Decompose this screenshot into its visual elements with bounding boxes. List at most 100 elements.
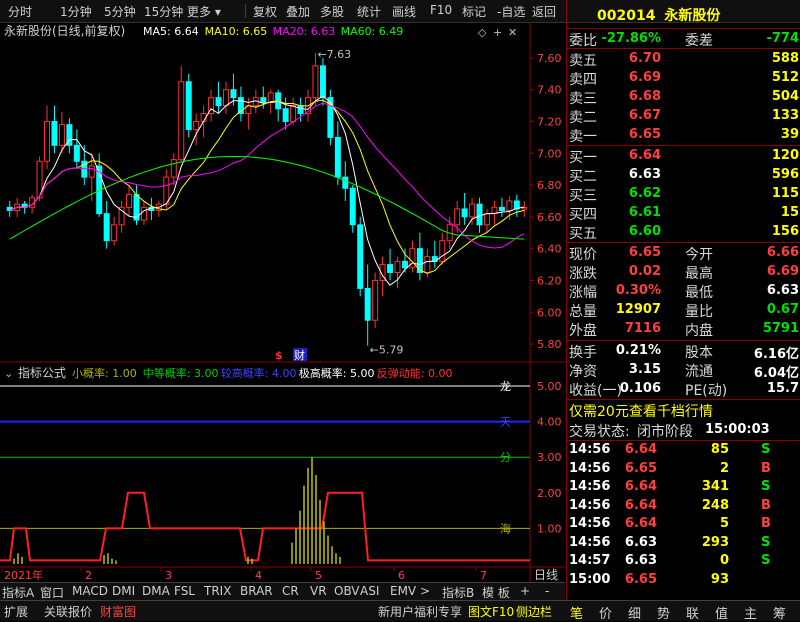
bottom-left-1[interactable]: 关联报价 bbox=[44, 603, 92, 620]
tab-16[interactable]: + bbox=[520, 584, 530, 598]
tick-time: 14:56 bbox=[569, 534, 611, 550]
tab-17[interactable]: - bbox=[545, 584, 549, 598]
indicator-name[interactable]: 指标公式 bbox=[18, 365, 66, 380]
toolbar-item-5[interactable]: 复权 bbox=[253, 3, 277, 20]
side-tab-1[interactable]: 价 bbox=[599, 603, 612, 622]
tab-13[interactable]: > bbox=[420, 584, 430, 598]
kline-chart[interactable]: 永新股份(日线,前复权) MA5: 6.64 MA10: 6.65 MA20: 6.6… bbox=[0, 22, 565, 582]
bottom-right-1[interactable]: 图文F10 bbox=[468, 603, 514, 620]
toolbar-item-13[interactable]: 返回 bbox=[532, 3, 556, 20]
candle-body bbox=[364, 287, 371, 321]
buy-row-3[interactable]: 买三 6.62 115 bbox=[567, 184, 800, 204]
tick-time: 14:56 bbox=[569, 497, 611, 513]
buy-row-1[interactable]: 买一 6.64 120 bbox=[567, 146, 800, 166]
tab-10[interactable]: OBV bbox=[334, 584, 360, 598]
ma-label-1: MA10: 6.65 bbox=[205, 25, 268, 38]
fund-value2: 15.7 bbox=[766, 381, 799, 396]
side-tab-4[interactable]: 联 bbox=[686, 603, 699, 622]
toolbar-item-0[interactable]: 分时 bbox=[8, 3, 32, 20]
weicha-label: 委差 bbox=[685, 33, 713, 49]
buy-price: 6.60 bbox=[628, 224, 661, 239]
fund-label: 换手 bbox=[569, 345, 597, 361]
buy-row-5[interactable]: 买五 6.60 156 bbox=[567, 222, 800, 242]
stock-header: 002014 永新股份 bbox=[597, 5, 720, 25]
buy-row-2[interactable]: 买二 6.63 596 bbox=[567, 165, 800, 185]
sell-row-4[interactable]: 卖四 6.69 512 bbox=[567, 68, 800, 88]
stat-label: 涨幅 bbox=[569, 285, 597, 301]
toolbar-item-12[interactable]: -自选 bbox=[497, 3, 525, 20]
add-icon[interactable]: + bbox=[493, 26, 502, 39]
price-tick-9: 5.80 bbox=[537, 338, 562, 351]
rebound-line bbox=[0, 491, 530, 562]
x-label-5: 6 bbox=[398, 569, 405, 582]
side-tab-3[interactable]: 势 bbox=[657, 603, 670, 622]
tick-price: 6.64 bbox=[624, 516, 657, 531]
tab-0[interactable]: 指标A bbox=[2, 584, 34, 601]
toolbar-item-11[interactable]: 标记 bbox=[462, 3, 486, 20]
tab-3[interactable]: DMI bbox=[112, 584, 135, 598]
candle-body bbox=[88, 165, 95, 178]
tick-price: 6.64 bbox=[624, 479, 657, 494]
toolbar-item-4[interactable]: 更多 ▾ bbox=[187, 3, 221, 20]
side-tab-7[interactable]: 筹 bbox=[773, 603, 786, 622]
candles bbox=[6, 53, 528, 346]
tab-7[interactable]: BRAR bbox=[240, 584, 273, 598]
period-label[interactable]: 日线 bbox=[534, 568, 558, 582]
toolbar-item-6[interactable]: 叠加 bbox=[286, 3, 310, 20]
promo-text[interactable]: 仅需20元查看千档行情 bbox=[569, 401, 713, 421]
tick-row: 14:56 6.65 2 B bbox=[567, 460, 800, 479]
indicator-tick-0: 5.00 bbox=[537, 380, 562, 393]
toolbar-item-7[interactable]: 多股 bbox=[320, 3, 344, 20]
buy-row-4[interactable]: 买四 6.61 15 bbox=[567, 203, 800, 223]
tick-direction: S bbox=[761, 442, 771, 457]
diamond-icon[interactable]: ◇ bbox=[478, 26, 487, 39]
tab-15[interactable]: 模 板 bbox=[482, 584, 510, 601]
tab-8[interactable]: CR bbox=[282, 584, 299, 598]
chart-area[interactable]: 永新股份(日线,前复权) MA5: 6.64 MA10: 6.65 MA20: 6.6… bbox=[0, 22, 565, 582]
buy-volume: 596 bbox=[771, 167, 799, 182]
bottom-left-2[interactable]: 财富图 bbox=[100, 603, 136, 620]
indicator-toggle-icon[interactable]: ⌄ bbox=[4, 367, 13, 380]
side-tab-2[interactable]: 细 bbox=[628, 603, 641, 622]
quote-panel: 002014 永新股份 委比 -27.86% 委差 -774 卖五 6.70 588… bbox=[566, 0, 800, 600]
bottom-right-0[interactable]: 新用户福利专享 bbox=[378, 603, 462, 620]
toolbar-item-2[interactable]: 5分钟 bbox=[104, 3, 136, 20]
toolbar-item-8[interactable]: 统计 bbox=[357, 3, 381, 20]
tab-12[interactable]: EMV bbox=[390, 584, 416, 598]
dividend-marker[interactable]: $ bbox=[275, 349, 283, 362]
tab-14[interactable]: 指标B bbox=[442, 584, 474, 601]
x-label-2: 3 bbox=[165, 569, 172, 582]
sell-row-1[interactable]: 卖一 6.65 39 bbox=[567, 125, 800, 145]
promo-row[interactable]: 仅需20元查看千档行情 bbox=[567, 400, 800, 420]
tab-4[interactable]: DMA bbox=[142, 584, 170, 598]
bottom-left-0[interactable]: 扩展 bbox=[4, 603, 28, 620]
side-tab-6[interactable]: 主 bbox=[744, 603, 757, 622]
sell-volume: 133 bbox=[771, 108, 799, 123]
tab-11[interactable]: ASI bbox=[360, 584, 379, 598]
tick-volume: 248 bbox=[701, 497, 729, 513]
tab-5[interactable]: FSL bbox=[174, 584, 195, 598]
side-tab-0[interactable]: 笔 bbox=[570, 603, 583, 622]
sell-row-3[interactable]: 卖三 6.68 504 bbox=[567, 87, 800, 107]
toolbar-item-9[interactable]: 画线 bbox=[392, 3, 416, 20]
tab-2[interactable]: MACD bbox=[72, 584, 108, 598]
side-tab-5[interactable]: 值 bbox=[715, 603, 728, 622]
tab-1[interactable]: 窗口 bbox=[40, 584, 64, 601]
sell-price: 6.67 bbox=[628, 108, 661, 123]
ma5-line bbox=[9, 95, 525, 286]
weibi-value: -27.86% bbox=[601, 31, 661, 46]
tab-6[interactable]: TRIX bbox=[204, 584, 231, 598]
toolbar-item-1[interactable]: 1分钟 bbox=[60, 3, 92, 20]
tab-9[interactable]: VR bbox=[310, 584, 327, 598]
toolbar-item-3[interactable]: 15分钟 bbox=[144, 3, 183, 20]
toolbar-item-10[interactable]: F10 bbox=[430, 3, 452, 17]
sell-price: 6.65 bbox=[628, 127, 661, 142]
sell-row-2[interactable]: 卖二 6.67 133 bbox=[567, 106, 800, 126]
buy-price: 6.63 bbox=[628, 167, 661, 182]
bottom-right-2[interactable]: 侧边栏 bbox=[516, 603, 552, 620]
close-icon[interactable]: ✕ bbox=[508, 26, 517, 39]
sell-row-5[interactable]: 卖五 6.70 588 bbox=[567, 49, 800, 69]
tick-direction: S bbox=[761, 479, 771, 494]
status-value: 闭市阶段 bbox=[637, 424, 693, 440]
tick-row: 14:56 6.64 248 B bbox=[567, 497, 800, 516]
